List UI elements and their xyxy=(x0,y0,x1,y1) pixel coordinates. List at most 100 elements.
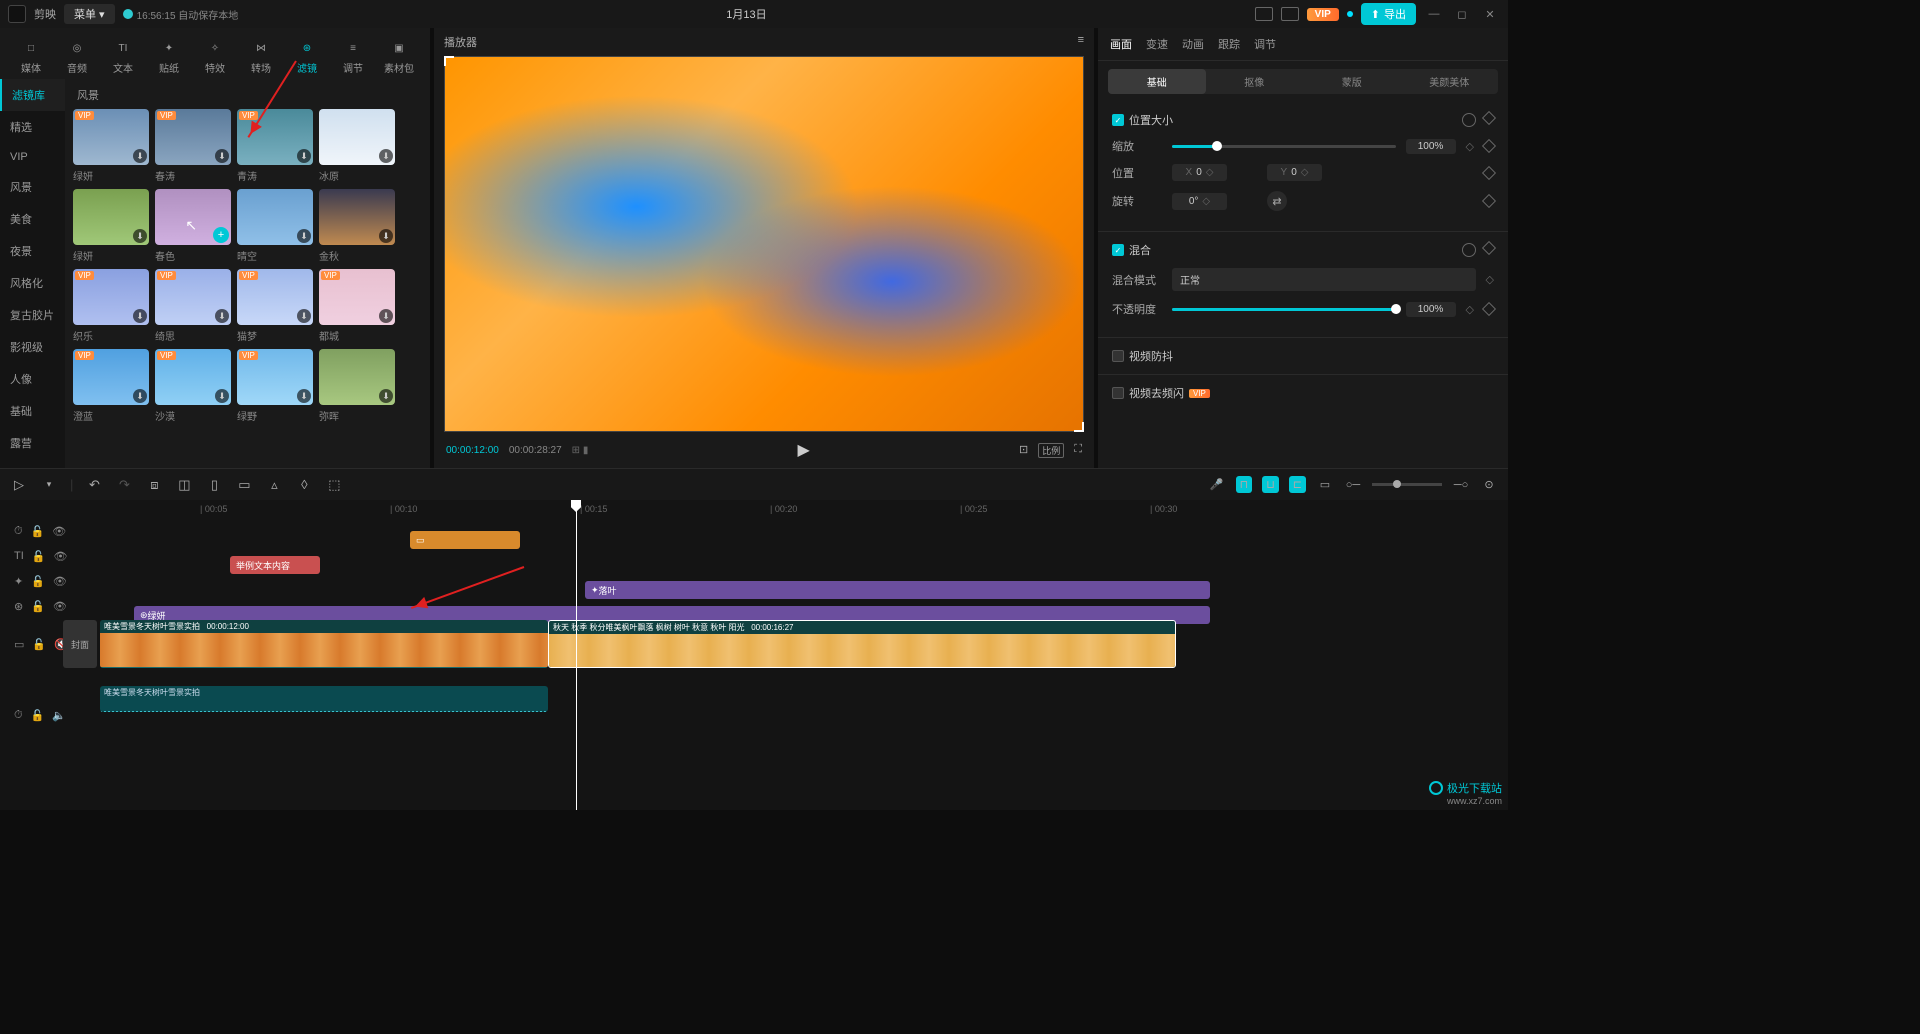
resource-tab-8[interactable]: ▣素材包 xyxy=(376,34,422,79)
filter-item[interactable]: VIP⬇春涛 xyxy=(155,109,231,183)
eye-icon[interactable]: 👁 xyxy=(53,575,67,588)
filter-item[interactable]: VIP⬇猫梦 xyxy=(237,269,313,343)
filter-item[interactable]: VIP⬇都城 xyxy=(319,269,395,343)
zoom-out-button[interactable]: ○─ xyxy=(1344,476,1362,494)
filter-item[interactable]: ⬇绿妍 xyxy=(73,189,149,263)
clock-icon[interactable]: ⏱ xyxy=(14,525,23,538)
resource-tab-5[interactable]: ⋈转场 xyxy=(238,34,284,79)
filter-category-10[interactable]: 基础 xyxy=(0,395,65,427)
preview-button[interactable]: ▭ xyxy=(1316,476,1334,494)
filter-category-5[interactable]: 夜景 xyxy=(0,235,65,267)
property-tab-2[interactable]: 动画 xyxy=(1182,36,1204,52)
zoom-in-button[interactable]: ─○ xyxy=(1452,476,1470,494)
delete-left-button[interactable]: ◫ xyxy=(175,476,193,494)
reset-icon[interactable] xyxy=(1462,113,1476,127)
resource-tab-3[interactable]: ✦贴纸 xyxy=(146,34,192,79)
zoom-fit-button[interactable]: ⊙ xyxy=(1480,476,1498,494)
vip-badge[interactable]: VIP xyxy=(1307,8,1339,21)
export-button[interactable]: ⬆ 导出 xyxy=(1361,3,1416,25)
delete-right-button[interactable]: ▯ xyxy=(205,476,223,494)
rotate-input[interactable]: 0° ◇ xyxy=(1172,193,1227,210)
lock-icon[interactable]: 🔓 xyxy=(31,600,45,613)
property-subtab-1[interactable]: 抠像 xyxy=(1206,69,1304,94)
redo-button[interactable]: ↷ xyxy=(115,476,133,494)
mic-button[interactable]: 🎤 xyxy=(1208,476,1226,494)
player-grid-icon[interactable]: ⊞ ▮ xyxy=(572,445,589,456)
eye-icon[interactable]: 👁 xyxy=(53,550,67,563)
filter-category-9[interactable]: 人像 xyxy=(0,363,65,395)
property-tab-0[interactable]: 画面 xyxy=(1110,36,1132,52)
minimize-button[interactable]: — xyxy=(1424,4,1444,24)
filter-category-7[interactable]: 复古胶片 xyxy=(0,299,65,331)
snap-button-2[interactable]: ⊔ xyxy=(1262,476,1279,493)
fullscreen-button[interactable]: ⛶ xyxy=(1074,443,1082,458)
property-tab-3[interactable]: 跟踪 xyxy=(1218,36,1240,52)
video-clip-1[interactable]: 唯美雪景冬天树叶雪景实拍 00:00:12:00 xyxy=(100,620,548,668)
player-menu-icon[interactable]: ≡ xyxy=(1078,34,1084,50)
lock-icon[interactable]: 🔓 xyxy=(31,575,45,588)
keyframe-icon[interactable] xyxy=(1482,165,1496,179)
crop-button[interactable]: ⬚ xyxy=(325,476,343,494)
opacity-value[interactable]: 100% xyxy=(1406,302,1456,317)
filter-category-0[interactable]: 滤镜库 xyxy=(0,79,65,111)
filter-category-1[interactable]: 精选 xyxy=(0,111,65,143)
zoom-slider[interactable] xyxy=(1372,483,1442,486)
keyframe-icon[interactable] xyxy=(1482,241,1496,255)
ratio-button[interactable]: 比例 xyxy=(1038,443,1064,458)
filter-category-3[interactable]: 风景 xyxy=(0,171,65,203)
speaker-icon[interactable]: 🔈 xyxy=(52,709,66,722)
keyframe-icon[interactable] xyxy=(1482,302,1496,316)
resource-tab-4[interactable]: ✧特效 xyxy=(192,34,238,79)
original-ratio-button[interactable]: ⊡ xyxy=(1019,443,1028,458)
timeline[interactable]: | 00:05| 00:10| 00:15| 00:20| 00:25| 00:… xyxy=(0,500,1508,810)
rotate-button[interactable]: ◊ xyxy=(295,476,313,494)
keyframe-icon[interactable] xyxy=(1482,194,1496,208)
scale-slider[interactable] xyxy=(1172,145,1396,148)
maximize-button[interactable]: ◻ xyxy=(1452,4,1472,24)
eye-icon[interactable]: 👁 xyxy=(52,525,66,538)
player-viewport[interactable] xyxy=(444,56,1084,432)
filter-item[interactable]: VIP⬇绿妍 xyxy=(73,109,149,183)
antishake-toggle[interactable]: 视频防抖 xyxy=(1112,348,1494,364)
filter-item[interactable]: ⬇弥晖 xyxy=(319,349,395,423)
filter-item[interactable]: VIP⬇绿野 xyxy=(237,349,313,423)
reset-icon[interactable] xyxy=(1462,243,1476,257)
filter-item[interactable]: VIP⬇青涛 xyxy=(237,109,313,183)
property-tab-4[interactable]: 调节 xyxy=(1254,36,1276,52)
resource-tab-7[interactable]: ≡调节 xyxy=(330,34,376,79)
timeline-ruler[interactable]: | 00:05| 00:10| 00:15| 00:20| 00:25| 00:… xyxy=(100,500,1508,520)
cover-button[interactable]: 封面 xyxy=(63,620,97,668)
filter-item[interactable]: +↖春色 xyxy=(155,189,231,263)
play-button[interactable]: ▶ xyxy=(798,440,810,460)
filter-item[interactable]: VIP⬇沙漠 xyxy=(155,349,231,423)
eye-icon[interactable]: 👁 xyxy=(53,600,67,613)
keyframe-icon[interactable] xyxy=(1482,139,1496,153)
effect-clip[interactable]: ✦ 落叶 xyxy=(585,581,1210,599)
clock-icon[interactable]: ⏱ xyxy=(14,709,23,722)
snap-button-1[interactable]: ⊓ xyxy=(1236,476,1253,493)
snap-button-3[interactable]: ⊏ xyxy=(1289,476,1306,493)
opacity-slider[interactable] xyxy=(1172,308,1396,311)
filter-category-2[interactable]: VIP xyxy=(0,143,65,171)
layout-icon-2[interactable] xyxy=(1281,7,1299,21)
filter-item[interactable]: ⬇冰原 xyxy=(319,109,395,183)
filter-item[interactable]: VIP⬇绮思 xyxy=(155,269,231,343)
playhead[interactable] xyxy=(576,500,577,810)
resource-tab-2[interactable]: TI文本 xyxy=(100,34,146,79)
lock-icon[interactable]: 🔓 xyxy=(31,709,45,722)
filter-item[interactable]: VIP⬇织乐 xyxy=(73,269,149,343)
flip-icon[interactable]: ⇄ xyxy=(1267,191,1287,211)
filter-category-4[interactable]: 美食 xyxy=(0,203,65,235)
lock-icon[interactable]: 🔓 xyxy=(32,638,46,651)
pointer-tool[interactable]: ▷ xyxy=(10,476,28,494)
resource-tab-6[interactable]: ⊛滤镜 xyxy=(284,34,330,79)
project-title[interactable]: 1月13日 xyxy=(726,6,766,22)
filter-category-6[interactable]: 风格化 xyxy=(0,267,65,299)
filter-category-11[interactable]: 露营 xyxy=(0,427,65,459)
deflicker-toggle[interactable]: 视频去频闪 VIP xyxy=(1112,385,1494,401)
freeze-button[interactable]: ▭ xyxy=(235,476,253,494)
property-subtab-0[interactable]: 基础 xyxy=(1108,69,1206,94)
blend-toggle[interactable]: ✓ 混合 xyxy=(1112,242,1151,258)
position-x-input[interactable]: X 0 ◇ xyxy=(1172,164,1227,181)
property-subtab-2[interactable]: 蒙版 xyxy=(1303,69,1401,94)
